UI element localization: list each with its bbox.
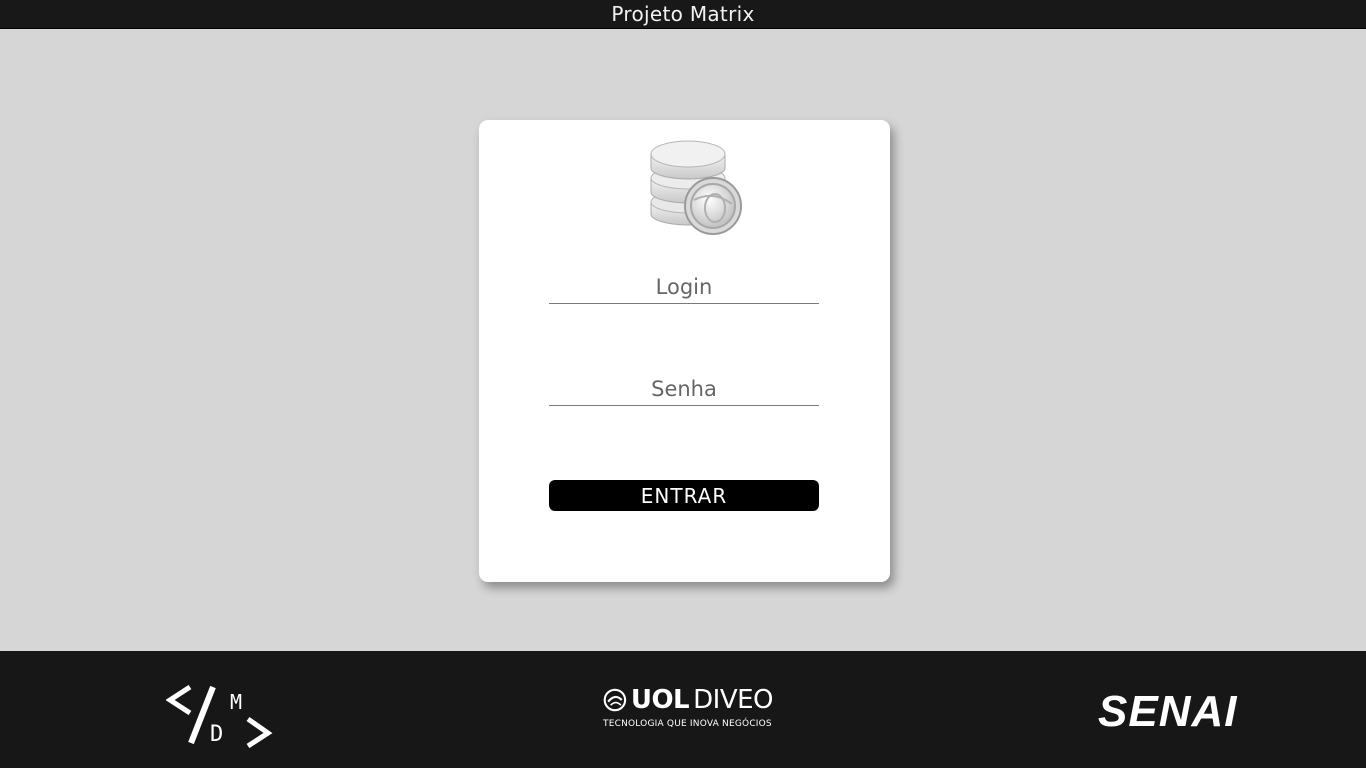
uol-tagline: TECNOLOGIA QUE INOVA NEGÓCIOS	[603, 719, 772, 729]
uol-wordmark: UOL	[630, 685, 690, 715]
top-bar: Projeto Matrix	[0, 0, 1366, 29]
mdd-logo: M D	[166, 684, 273, 749]
uol-diveo-logo: UOL DIVEO TECNOLOGIA QUE INOVA NEGÓCIOS	[603, 685, 773, 737]
page-title: Projeto Matrix	[611, 2, 755, 26]
password-input[interactable]	[549, 377, 819, 405]
diveo-wordmark: DIVEO	[693, 685, 773, 715]
password-field	[549, 377, 819, 406]
enter-button[interactable]: ENTRAR	[549, 480, 819, 511]
svg-text:D: D	[210, 722, 223, 747]
senai-logo: SENAI	[1098, 687, 1238, 736]
uol-swirl-icon	[603, 688, 627, 712]
login-card: ENTRAR	[479, 120, 890, 582]
login-input[interactable]	[549, 275, 819, 303]
database-icon	[650, 140, 742, 235]
footer: M D UOL DIVEO TECNOLOGIA QUE INOVA NEGÓC…	[0, 651, 1366, 768]
svg-text:M: M	[230, 690, 242, 714]
login-field	[549, 275, 819, 304]
